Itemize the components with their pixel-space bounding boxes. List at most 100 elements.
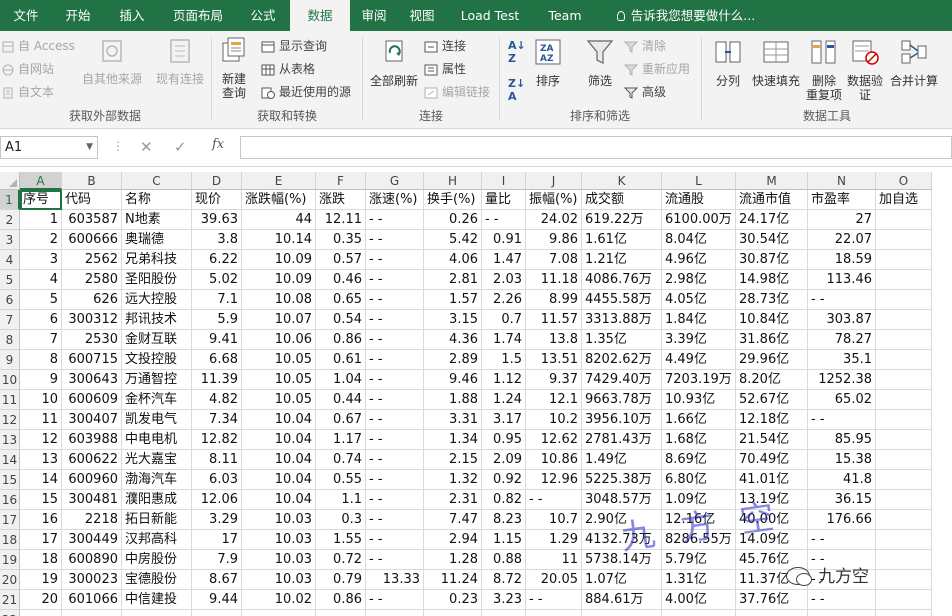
header-cell[interactable]: 涨速(%) xyxy=(366,190,424,210)
table-cell[interactable]: 12.62 xyxy=(526,430,582,450)
table-cell[interactable]: 10.14 xyxy=(242,230,316,250)
table-cell[interactable] xyxy=(876,430,932,450)
row-header-2[interactable]: 2 xyxy=(0,210,20,230)
sort-button[interactable]: ZA AZ 排序 xyxy=(530,37,566,88)
table-cell[interactable]: 300643 xyxy=(62,370,122,390)
table-cell[interactable]: 10 xyxy=(20,390,62,410)
table-cell[interactable]: 10.09 xyxy=(242,270,316,290)
row-header-15[interactable]: 15 xyxy=(0,470,20,490)
data-validation-button[interactable]: 数据验 证 xyxy=(844,37,886,102)
table-cell[interactable] xyxy=(316,610,366,616)
table-cell[interactable]: 603587 xyxy=(62,210,122,230)
remove-duplicates-button[interactable]: 删除 重复项 xyxy=(804,37,844,102)
table-cell[interactable] xyxy=(876,370,932,390)
table-cell[interactable]: 5.9 xyxy=(192,310,242,330)
table-cell[interactable]: 8202.62万 xyxy=(582,350,662,370)
table-cell[interactable]: 0.55 xyxy=(316,470,366,490)
table-cell[interactable]: 金财互联 xyxy=(122,330,192,350)
table-cell[interactable]: 1.57 xyxy=(424,290,482,310)
table-cell[interactable]: - - xyxy=(808,290,876,310)
table-cell[interactable]: 601066 xyxy=(62,590,122,610)
table-cell[interactable]: 0.3 xyxy=(316,510,366,530)
table-cell[interactable]: 8.23 xyxy=(482,510,526,530)
table-cell[interactable]: 10.03 xyxy=(242,570,316,590)
table-cell[interactable]: 600960 xyxy=(62,470,122,490)
from-web-button[interactable]: 自网站 xyxy=(2,60,54,79)
table-cell[interactable]: 0.86 xyxy=(316,330,366,350)
table-cell[interactable]: 7 xyxy=(20,330,62,350)
enter-icon[interactable]: ✓ xyxy=(174,138,187,156)
table-cell[interactable]: 14.98亿 xyxy=(736,270,808,290)
table-cell[interactable] xyxy=(582,610,662,616)
flash-fill-button[interactable]: 快速填充 xyxy=(748,37,804,88)
column-header-F[interactable]: F xyxy=(316,172,366,190)
table-cell[interactable]: - - xyxy=(366,350,424,370)
column-header-H[interactable]: H xyxy=(424,172,482,190)
header-cell[interactable]: 序号 xyxy=(20,190,62,210)
header-cell[interactable]: 流通股 xyxy=(662,190,736,210)
column-header-L[interactable]: L xyxy=(662,172,736,190)
table-cell[interactable]: 4.06 xyxy=(424,250,482,270)
table-cell[interactable]: 0.86 xyxy=(316,590,366,610)
table-cell[interactable]: 41.01亿 xyxy=(736,470,808,490)
table-cell[interactable]: 619.22万 xyxy=(582,210,662,230)
table-cell[interactable]: 8286.55万 xyxy=(662,530,736,550)
table-cell[interactable]: 10.04 xyxy=(242,490,316,510)
table-cell[interactable]: 1.12 xyxy=(482,370,526,390)
table-cell[interactable]: 85.95 xyxy=(808,430,876,450)
table-cell[interactable]: 4.00亿 xyxy=(662,590,736,610)
table-cell[interactable]: 兄弟科技 xyxy=(122,250,192,270)
table-cell[interactable]: 奥瑞德 xyxy=(122,230,192,250)
table-cell[interactable]: - - xyxy=(808,530,876,550)
table-cell[interactable]: - - xyxy=(366,430,424,450)
header-cell[interactable]: 现价 xyxy=(192,190,242,210)
table-cell[interactable]: 7.47 xyxy=(424,510,482,530)
table-cell[interactable]: 7.9 xyxy=(192,550,242,570)
tab-7[interactable]: 视图 xyxy=(398,0,446,31)
table-cell[interactable]: 10.04 xyxy=(242,410,316,430)
table-cell[interactable]: 3313.88万 xyxy=(582,310,662,330)
table-cell[interactable]: 0.46 xyxy=(316,270,366,290)
table-cell[interactable]: - - xyxy=(366,590,424,610)
table-cell[interactable] xyxy=(876,550,932,570)
table-cell[interactable]: 12 xyxy=(20,430,62,450)
table-cell[interactable]: 7.34 xyxy=(192,410,242,430)
table-cell[interactable]: 4.49亿 xyxy=(662,350,736,370)
table-cell[interactable]: 濮阳惠成 xyxy=(122,490,192,510)
table-cell[interactable]: 44 xyxy=(242,210,316,230)
table-cell[interactable]: 0.88 xyxy=(482,550,526,570)
table-cell[interactable]: 4132.73万 xyxy=(582,530,662,550)
sort-ascending-button[interactable]: A↓ Z xyxy=(508,39,526,65)
table-cell[interactable]: 9 xyxy=(20,370,62,390)
row-header-22[interactable]: 22 xyxy=(0,610,20,616)
table-cell[interactable]: 4 xyxy=(20,270,62,290)
table-cell[interactable]: 13.51 xyxy=(526,350,582,370)
table-cell[interactable]: 10.84亿 xyxy=(736,310,808,330)
table-cell[interactable] xyxy=(876,450,932,470)
table-cell[interactable]: 6100.00万 xyxy=(662,210,736,230)
clear-filter-button[interactable]: 清除 xyxy=(623,37,666,56)
table-cell[interactable]: - - xyxy=(366,210,424,230)
table-cell[interactable]: 2.89 xyxy=(424,350,482,370)
table-cell[interactable] xyxy=(876,410,932,430)
row-header-14[interactable]: 14 xyxy=(0,450,20,470)
table-cell[interactable]: 14 xyxy=(20,470,62,490)
table-cell[interactable]: 70.49亿 xyxy=(736,450,808,470)
table-cell[interactable]: 5.79亿 xyxy=(662,550,736,570)
table-cell[interactable]: 1.29 xyxy=(526,530,582,550)
tab-2[interactable]: 插入 xyxy=(104,0,160,31)
table-cell[interactable]: 2.90亿 xyxy=(582,510,662,530)
table-cell[interactable]: 1.88 xyxy=(424,390,482,410)
table-cell[interactable]: 21.54亿 xyxy=(736,430,808,450)
table-cell[interactable]: 3048.57万 xyxy=(582,490,662,510)
table-cell[interactable]: 6 xyxy=(20,310,62,330)
table-cell[interactable]: 3.23 xyxy=(482,590,526,610)
table-cell[interactable]: 文投控股 xyxy=(122,350,192,370)
table-cell[interactable]: 0.82 xyxy=(482,490,526,510)
table-cell[interactable]: 600890 xyxy=(62,550,122,570)
table-cell[interactable]: 19 xyxy=(20,570,62,590)
table-cell[interactable]: 8.11 xyxy=(192,450,242,470)
table-cell[interactable] xyxy=(366,610,424,616)
column-header-N[interactable]: N xyxy=(808,172,876,190)
table-cell[interactable] xyxy=(482,610,526,616)
